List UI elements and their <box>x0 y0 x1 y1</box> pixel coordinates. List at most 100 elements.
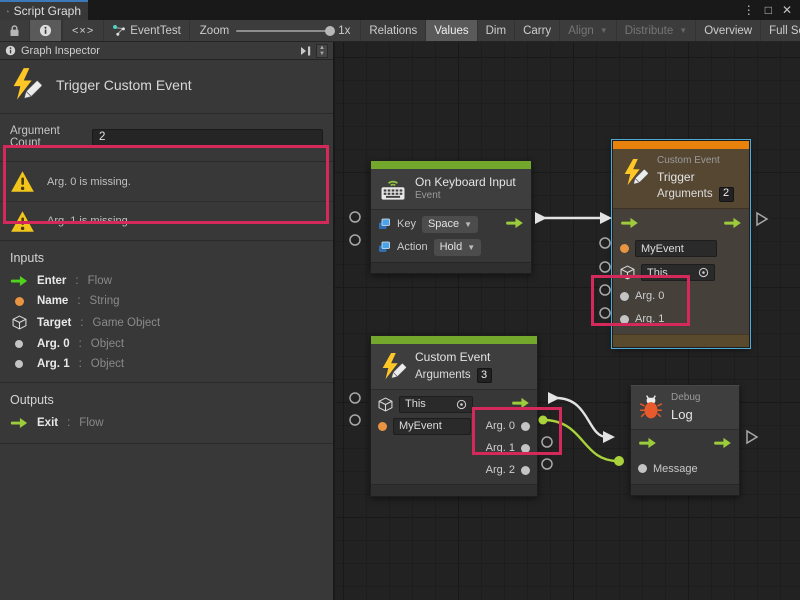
bug-icon <box>638 394 664 420</box>
key-dropdown[interactable]: Space ▼ <box>422 216 478 233</box>
connection-flow[interactable] <box>556 398 607 437</box>
zoom-label: Zoom <box>200 25 229 37</box>
node-title: Custom Event <box>415 350 492 365</box>
node-footer <box>371 484 537 496</box>
gameobject-cube-icon[interactable] <box>620 265 635 280</box>
graph-breadcrumb[interactable]: EventTest <box>104 20 190 41</box>
fullscreen-button[interactable]: Full Screen <box>761 20 800 41</box>
string-port[interactable] <box>620 244 629 253</box>
graph-canvas[interactable]: On Keyboard Input Event Key Space ▼ <box>335 42 800 600</box>
carry-button[interactable]: Carry <box>515 20 560 41</box>
argument-count-label: Argument Count <box>10 125 92 149</box>
object-port-icon <box>15 340 23 348</box>
argument-count-row: Argument Count <box>0 114 333 162</box>
gameobject-cube-icon <box>12 315 27 330</box>
dim-button[interactable]: Dim <box>478 20 515 41</box>
zoom-slider-handle[interactable] <box>325 26 335 36</box>
menu-icon[interactable]: ⋮ <box>743 3 755 17</box>
lock-button[interactable] <box>0 20 30 41</box>
inspector-header: Graph Inspector ▲ ▼ <box>0 42 333 60</box>
graph-toolbar: <×> EventTest Zoom 1x Relations Values D… <box>0 20 800 42</box>
arguments-count[interactable]: 3 <box>477 368 492 383</box>
flow-input-port[interactable] <box>638 437 657 452</box>
zoom-slider[interactable] <box>236 30 331 32</box>
node-title: Log <box>671 407 700 423</box>
inline-value-icon <box>378 241 391 254</box>
custom-event-icon <box>620 158 650 188</box>
code-view-button[interactable]: <×> <box>63 20 104 41</box>
keyboard-event-icon <box>378 177 408 201</box>
target-field[interactable]: This <box>399 396 473 413</box>
window-controls: ⋮ □ ✕ <box>735 0 800 20</box>
distribute-dropdown[interactable]: Distribute ▼ <box>617 20 697 41</box>
arguments-count[interactable]: 2 <box>719 187 734 202</box>
string-port[interactable] <box>378 422 387 431</box>
scroll-down-icon[interactable]: ▼ <box>319 51 325 57</box>
close-icon[interactable]: ✕ <box>782 3 792 17</box>
flow-output-port[interactable] <box>511 397 530 412</box>
port-row-target: Target : Game Object <box>0 311 333 334</box>
message-label: Message <box>653 463 698 475</box>
chevron-down-icon: ▼ <box>679 26 687 35</box>
arg-label: Arg. 0 <box>635 290 664 302</box>
warning-row: Arg. 0 is missing. <box>0 162 333 201</box>
target-field[interactable]: This <box>641 264 715 281</box>
node-on-keyboard-input[interactable]: On Keyboard Input Event Key Space ▼ <box>370 160 532 274</box>
panel-scroller[interactable]: ▲ ▼ <box>316 44 328 58</box>
object-port[interactable] <box>521 444 530 453</box>
event-graph-icon <box>112 24 127 37</box>
port-row-name: Name : String <box>0 291 333 311</box>
object-picker-icon[interactable] <box>698 267 709 278</box>
node-custom-event[interactable]: Custom Event Arguments 3 This <box>370 335 538 497</box>
relations-button[interactable]: Relations <box>361 20 426 41</box>
zoom-value: 1x <box>338 25 350 37</box>
flow-input-port[interactable] <box>620 217 639 232</box>
warning-text: Arg. 1 is missing. <box>47 215 131 227</box>
zoom-control: Zoom 1x <box>190 20 362 41</box>
flow-output-port[interactable] <box>713 437 732 452</box>
argument-count-input[interactable] <box>92 129 323 146</box>
node-title: On Keyboard Input <box>415 175 516 190</box>
warning-text: Arg. 0 is missing. <box>47 176 131 188</box>
overview-button[interactable]: Overview <box>696 20 761 41</box>
warning-icon <box>10 170 35 193</box>
event-name-field[interactable]: MyEvent <box>393 418 471 435</box>
chevron-down-icon: ▼ <box>467 243 475 252</box>
object-port[interactable] <box>521 466 530 475</box>
object-port[interactable] <box>620 292 629 301</box>
values-button[interactable]: Values <box>426 20 477 41</box>
node-footer <box>631 484 739 495</box>
object-port[interactable] <box>620 315 629 324</box>
maximize-icon[interactable]: □ <box>765 3 772 17</box>
connection-arrow <box>548 392 560 404</box>
unit-title-block: Trigger Custom Event <box>0 60 333 114</box>
action-dropdown[interactable]: Hold ▼ <box>434 239 482 256</box>
align-dropdown[interactable]: Align ▼ <box>560 20 617 41</box>
info-icon <box>39 24 52 37</box>
dock-panel-icon[interactable] <box>300 46 312 56</box>
event-name-field[interactable]: MyEvent <box>635 240 717 257</box>
node-colorbar <box>371 161 531 169</box>
gameobject-cube-icon[interactable] <box>378 397 393 412</box>
flow-output-port[interactable] <box>505 217 524 232</box>
object-port[interactable] <box>521 422 530 431</box>
chevron-down-icon: ▼ <box>600 26 608 35</box>
inspector-toggle-button[interactable] <box>30 20 62 41</box>
connection-arrow <box>600 212 612 224</box>
node-trigger-custom-event[interactable]: Custom Event Trigger Arguments 2 <box>612 140 750 348</box>
node-debug-log[interactable]: Debug Log Message <box>630 385 740 496</box>
connection-value[interactable] <box>543 420 618 461</box>
chevron-down-icon: ▼ <box>464 220 472 229</box>
flow-stub-triangle <box>757 213 767 225</box>
connection-endpoint <box>614 456 624 466</box>
node-footer <box>371 262 531 273</box>
node-subtitle: Event <box>415 190 516 203</box>
node-kind: Debug <box>671 392 700 405</box>
custom-event-icon <box>378 352 408 382</box>
warnings-list: Arg. 0 is missing. Arg. 1 is missing. <box>0 162 333 241</box>
object-port[interactable] <box>638 464 647 473</box>
tab-script-graph[interactable]: Script Graph <box>0 0 88 20</box>
unity-script-graph-window: Script Graph ⋮ □ ✕ <×> <box>0 0 800 600</box>
flow-output-port[interactable] <box>723 217 742 232</box>
object-picker-icon[interactable] <box>456 399 467 410</box>
